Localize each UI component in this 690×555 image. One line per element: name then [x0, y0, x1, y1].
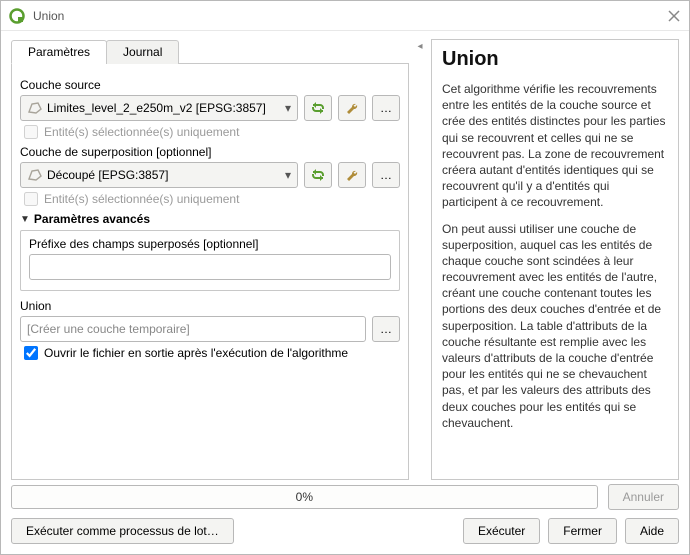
polygon-layer-icon: [27, 168, 43, 182]
qgis-logo-icon: [9, 8, 25, 24]
collapse-help-handle[interactable]: ◂: [415, 39, 425, 480]
source-selected-only-row: Entité(s) sélectionnée(s) uniquement: [24, 125, 400, 139]
run-button[interactable]: Exécuter: [463, 518, 540, 544]
bottom-area: 0% Annuler Exécuter comme processus de l…: [1, 484, 689, 554]
button-row: Exécuter comme processus de lot… Exécute…: [11, 518, 679, 544]
source-layer-value: Limites_level_2_e250m_v2 [EPSG:3857]: [47, 101, 281, 115]
iterate-features-button-2[interactable]: [304, 162, 332, 188]
advanced-options-button-2[interactable]: [338, 162, 366, 188]
open-output-checkbox[interactable]: [24, 346, 38, 360]
help-title: Union: [442, 48, 668, 71]
ellipsis-icon: …: [380, 101, 392, 115]
tab-bar: Paramètres Journal: [11, 39, 409, 64]
tab-parameters[interactable]: Paramètres: [11, 40, 107, 64]
source-selected-only-checkbox: [24, 125, 38, 139]
ellipsis-icon: …: [380, 322, 392, 336]
browse-output-button[interactable]: …: [372, 316, 400, 342]
overlay-layer-value: Découpé [EPSG:3857]: [47, 168, 281, 182]
overlay-selected-only-label: Entité(s) sélectionnée(s) uniquement: [44, 192, 239, 206]
overlay-layer-combo[interactable]: Découpé [EPSG:3857] ▾: [20, 162, 298, 188]
browse-source-button[interactable]: …: [372, 95, 400, 121]
overlay-prefix-input[interactable]: [29, 254, 391, 280]
dialog-body: Paramètres Journal Couche source Limites…: [1, 31, 689, 484]
tab-log[interactable]: Journal: [106, 40, 179, 64]
iterate-icon: [309, 167, 327, 183]
source-layer-label: Couche source: [20, 78, 400, 92]
output-row: …: [20, 316, 400, 342]
overlay-layer-label: Couche de superposition [optionnel]: [20, 145, 400, 159]
close-icon[interactable]: [667, 9, 681, 23]
source-layer-combo[interactable]: Limites_level_2_e250m_v2 [EPSG:3857] ▾: [20, 95, 298, 121]
triangle-down-icon: ▼: [20, 214, 30, 225]
chevron-down-icon: ▾: [285, 168, 291, 182]
overlay-selected-only-checkbox: [24, 192, 38, 206]
iterate-icon: [309, 100, 327, 116]
help-paragraph-2: On peut aussi utiliser une couche de sup…: [442, 221, 668, 431]
overlay-layer-row: Découpé [EPSG:3857] ▾: [20, 162, 400, 188]
close-button[interactable]: Fermer: [548, 518, 617, 544]
progress-row: 0% Annuler: [11, 484, 679, 510]
browse-overlay-button[interactable]: …: [372, 162, 400, 188]
help-panel: Union Cet algorithme vérifie les recouvr…: [431, 39, 679, 480]
output-label: Union: [20, 299, 400, 313]
advanced-parameters-toggle[interactable]: ▼ Paramètres avancés: [20, 212, 400, 226]
output-destination-input[interactable]: [20, 316, 366, 342]
overlay-prefix-label: Préfixe des champs superposés [optionnel…: [29, 237, 391, 251]
progress-bar: 0%: [11, 485, 598, 509]
help-paragraph-1: Cet algorithme vérifie les recouvrements…: [442, 81, 668, 211]
cancel-button: Annuler: [608, 484, 679, 510]
run-as-batch-button[interactable]: Exécuter comme processus de lot…: [11, 518, 234, 544]
iterate-features-button[interactable]: [304, 95, 332, 121]
wrench-icon: [344, 100, 360, 116]
source-layer-row: Limites_level_2_e250m_v2 [EPSG:3857] ▾: [20, 95, 400, 121]
help-body: Cet algorithme vérifie les recouvrements…: [442, 81, 668, 431]
wrench-icon: [344, 167, 360, 183]
overlay-selected-only-row: Entité(s) sélectionnée(s) uniquement: [24, 192, 400, 206]
progress-text: 0%: [296, 490, 313, 504]
advanced-parameters-label: Paramètres avancés: [34, 212, 150, 226]
open-output-label: Ouvrir le fichier en sortie après l'exéc…: [44, 346, 348, 360]
left-pane: Paramètres Journal Couche source Limites…: [11, 39, 409, 480]
source-selected-only-label: Entité(s) sélectionnée(s) uniquement: [44, 125, 239, 139]
polygon-layer-icon: [27, 101, 43, 115]
help-button[interactable]: Aide: [625, 518, 679, 544]
parameters-panel: Couche source Limites_level_2_e250m_v2 […: [11, 64, 409, 480]
open-output-row[interactable]: Ouvrir le fichier en sortie après l'exéc…: [24, 346, 400, 360]
dialog-window: Union Paramètres Journal Couche source L…: [0, 0, 690, 555]
titlebar: Union: [1, 1, 689, 31]
advanced-options-button[interactable]: [338, 95, 366, 121]
chevron-down-icon: ▾: [285, 101, 291, 115]
advanced-parameters-box: Préfixe des champs superposés [optionnel…: [20, 230, 400, 291]
window-title: Union: [33, 9, 667, 23]
ellipsis-icon: …: [380, 168, 392, 182]
